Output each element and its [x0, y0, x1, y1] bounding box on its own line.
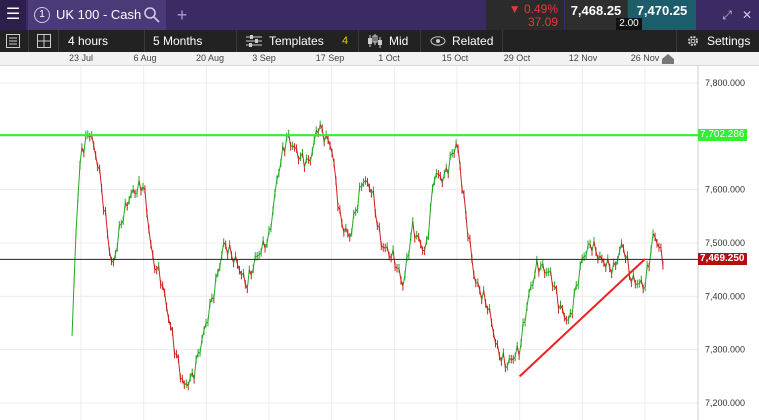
- templates-button[interactable]: Templates: [269, 30, 324, 52]
- toolbar-divider: [502, 30, 503, 52]
- close-icon[interactable]: ✕: [740, 8, 754, 22]
- time-tick-label: 15 Oct: [441, 53, 469, 63]
- instrument-name: UK 100 - Cash: [56, 7, 142, 22]
- instrument-tab[interactable]: 1 UK 100 - Cash: [28, 0, 166, 30]
- price-tick-label: 7,800.000: [705, 78, 745, 88]
- toolbar-divider: [420, 30, 421, 52]
- layout-grid-icon[interactable]: [37, 34, 51, 48]
- price-segment: [71, 283, 75, 336]
- candlestick-icon: [368, 34, 382, 48]
- gear-icon[interactable]: [686, 34, 700, 48]
- time-tick-label: 29 Oct: [503, 53, 531, 63]
- hamburger-icon[interactable]: ☰: [0, 0, 26, 30]
- price-type-selector[interactable]: Mid: [389, 30, 408, 52]
- expand-icon[interactable]: ⤢: [720, 8, 734, 22]
- time-tick-label: 1 Oct: [378, 53, 400, 63]
- settings-button[interactable]: Settings: [707, 30, 750, 52]
- price-segment: [75, 198, 79, 233]
- price-tick-label: 7,200.000: [705, 398, 745, 408]
- eye-icon: [430, 36, 446, 46]
- time-axis: 23 Jul 6 Aug 20 Aug 3 Sep 17 Sep 1 Oct 1…: [0, 52, 759, 66]
- price-change: ▼ 0.49% 37.09: [486, 0, 564, 30]
- toolbar-divider: [236, 30, 237, 52]
- price-segment: [77, 164, 81, 199]
- chart-toolbar: 4 hours 5 Months Templates 4 Mid Related…: [0, 30, 759, 52]
- toolbar-divider: [676, 30, 677, 52]
- time-tick-label: 26 Nov: [630, 53, 660, 63]
- price-tick-label: 7,400.000: [705, 291, 745, 301]
- search-icon[interactable]: [143, 6, 161, 24]
- time-tick-label: 6 Aug: [133, 53, 157, 63]
- templates-icon: [246, 35, 262, 47]
- time-tick-label: 12 Nov: [568, 53, 598, 63]
- interval-selector[interactable]: 4 hours: [68, 30, 108, 52]
- home-icon[interactable]: [661, 53, 675, 65]
- current-price-tag: 7,469.250: [698, 253, 747, 266]
- price-tick-label: 7,300.000: [705, 345, 745, 355]
- price-tick-label: 7,600.000: [705, 185, 745, 195]
- price-chart[interactable]: 7,800.0007,700.0007,600.0007,500.0007,40…: [0, 66, 759, 420]
- time-tick-label: 17 Sep: [315, 53, 345, 63]
- change-points: 37.09: [527, 15, 558, 29]
- toolbar-divider: [58, 30, 59, 52]
- time-tick-label: 20 Aug: [195, 53, 225, 63]
- add-tab-button[interactable]: +: [170, 0, 194, 30]
- toolbar-divider: [358, 30, 359, 52]
- change-percent: ▼ 0.49%: [508, 2, 558, 16]
- related-button[interactable]: Related: [452, 30, 493, 52]
- list-icon[interactable]: [6, 34, 20, 48]
- range-selector[interactable]: 5 Months: [153, 30, 202, 52]
- toolbar-divider: [144, 30, 145, 52]
- instrument-number: 1: [34, 7, 50, 23]
- top-bar: ☰ 1 UK 100 - Cash + ▼ 0.49% 37.09 7,468.…: [0, 0, 759, 30]
- price-tick-label: 7,500.000: [705, 238, 745, 248]
- toolbar-divider: [28, 30, 29, 52]
- spread-value: 2.00: [616, 18, 642, 30]
- templates-count-badge: 4: [342, 35, 349, 47]
- price-segment: [73, 232, 77, 284]
- chart-canvas[interactable]: 7,800.0007,700.0007,600.0007,500.0007,40…: [0, 66, 759, 420]
- time-tick-label: 23 Jul: [68, 53, 94, 63]
- time-tick-label: 3 Sep: [252, 53, 276, 63]
- resistance-price-tag: 7,702.286: [698, 129, 747, 142]
